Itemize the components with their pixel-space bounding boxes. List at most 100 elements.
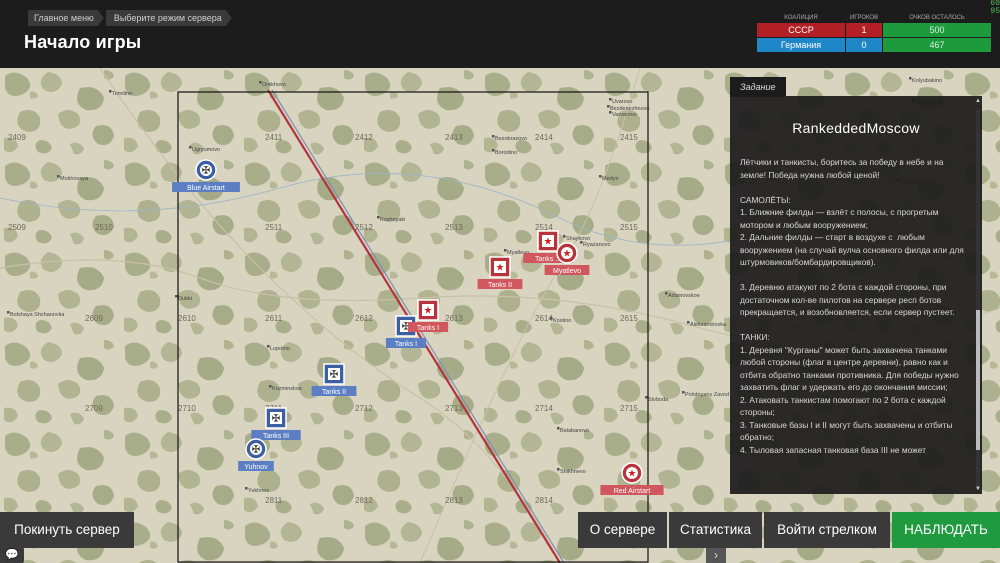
cross-icon: ✠ [202, 166, 210, 177]
cross-icon: ✠ [272, 414, 280, 425]
mission-name: RankeddedMoscow [792, 120, 920, 136]
grid-label: 2710 [178, 404, 196, 413]
spectate-button[interactable]: НАБЛЮДАТЬ [892, 512, 1000, 548]
star-icon: ★ [424, 306, 433, 317]
town-label: Ugryumovo [192, 147, 220, 153]
town-label: Borodino [495, 150, 517, 156]
unit-label: Tanks II [322, 389, 346, 396]
grid-label: 2412 [355, 133, 373, 142]
statistics-button[interactable]: Статистика [669, 512, 762, 548]
leave-server-button[interactable]: Покинуть сервер [0, 512, 134, 548]
grid-label: 2712 [355, 404, 373, 413]
unit-label: Tanks I [417, 325, 439, 332]
coalition-name: СССР [757, 23, 845, 37]
unit-label: Tanks I [395, 341, 417, 348]
grid-label: 2409 [8, 133, 26, 142]
breadcrumb: Главное меню Выберите режим сервера [28, 10, 234, 26]
town-label: Kolyubakino [912, 78, 942, 84]
star-icon: ★ [496, 263, 505, 274]
unit-label: Yuhnov [244, 464, 268, 471]
star-icon: ★ [544, 237, 553, 248]
fps-counter: 60 95 [990, 0, 1000, 16]
cross-icon: ✠ [330, 370, 338, 381]
scroll-up-icon[interactable]: ▲ [974, 98, 982, 104]
coalition-name: Германия [757, 38, 845, 52]
grid-label: 2715 [620, 404, 638, 413]
score-row-germany: Германия 0 467 [757, 38, 991, 52]
grid-label: 2515 [620, 223, 638, 232]
breadcrumb-main-menu[interactable]: Главное меню [28, 10, 104, 26]
town-label: Ryazanovo [583, 242, 611, 248]
coalition-header: КОАЛИЦИЯ [784, 15, 818, 21]
town-label: Bezobrazovo [495, 136, 527, 142]
town-label: Dubki [178, 296, 192, 302]
town-label: Aleksandrovka [690, 322, 727, 328]
task-panel: RankeddedMoscow Лётчики и танкисты, бори… [730, 96, 982, 494]
star-icon: ★ [628, 469, 637, 480]
ping-value: 95 [990, 7, 1000, 16]
grid-label: 2613 [445, 314, 463, 323]
grid-label: 2411 [265, 133, 283, 142]
mission-briefing: Лётчики и танкисты, боритесь за победу в… [740, 157, 964, 455]
grid-label: 2813 [445, 496, 463, 505]
town-label: Adamovskoe [668, 293, 700, 299]
player-count: 0 [846, 38, 882, 52]
town-label: Lopotno [270, 346, 290, 352]
town-label: Yukhnov [248, 488, 269, 494]
grid-label: 2713 [445, 404, 463, 413]
grid-label: 2610 [178, 314, 196, 323]
players-header: ИГРОКОВ [849, 15, 879, 21]
top-bar: Главное меню Выберите режим сервера Нача… [0, 0, 1000, 68]
town-label: Shikhnevo [560, 469, 586, 475]
town-label: Mokhovaya [60, 176, 89, 182]
town-label: Varvarovo [612, 112, 637, 118]
grid-label: 2611 [265, 314, 283, 323]
grid-label: 2509 [8, 223, 26, 232]
scoreboard: КОАЛИЦИЯ ИГРОКОВ ОЧКОВ ОСТАЛОСЬ СССР 1 5… [757, 14, 991, 53]
player-count: 1 [846, 23, 882, 37]
briefing-scrollbar[interactable] [976, 110, 980, 490]
points-left: 500 [883, 23, 991, 37]
cross-icon: ✠ [252, 445, 260, 456]
town-label: Medyn [602, 176, 619, 182]
scroll-down-icon[interactable]: ▼ [974, 486, 982, 492]
join-gunner-button[interactable]: Войти стрелком [764, 512, 890, 548]
town-label: Sloboda [648, 397, 669, 403]
points-left: 467 [883, 38, 991, 52]
town-label: Orekhovo [262, 82, 286, 88]
grid-label: 2615 [620, 314, 638, 323]
page-title: Начало игры [24, 32, 142, 52]
grid-label: 2415 [620, 133, 638, 142]
grid-label: 2414 [535, 133, 553, 142]
scroll-thumb[interactable] [976, 310, 980, 450]
unit-label: Red Airstart [614, 488, 651, 495]
points-header: ОЧКОВ ОСТАЛОСЬ [909, 15, 965, 21]
grid-label: 2511 [265, 223, 283, 232]
town-label: Koshnyaki [380, 217, 405, 223]
town-label: Bolshaya Shchanovka [10, 312, 65, 318]
town-label: Tomilino [112, 91, 132, 97]
grid-label: 2811 [265, 496, 283, 505]
unit-label: Tanks III [263, 433, 289, 440]
town-label: Kostino [553, 318, 571, 324]
breadcrumb-server-mode[interactable]: Выберите режим сервера [106, 10, 232, 26]
grid-label: 2413 [445, 133, 463, 142]
town-label: Uvarovo [612, 99, 632, 105]
unit-label: Myatlevo [553, 268, 581, 275]
unit-label: Blue Airstart [187, 185, 225, 192]
star-icon: ★ [563, 249, 572, 260]
grid-label: 2612 [355, 314, 373, 323]
grid-label: 2513 [445, 223, 463, 232]
grid-label: 2510 [95, 223, 113, 232]
grid-label: 2812 [355, 496, 373, 505]
grid-label: 2709 [85, 404, 103, 413]
score-row-ussr: СССР 1 500 [757, 23, 991, 37]
town-label: Balabanovo [560, 428, 589, 434]
grid-label: 2714 [535, 404, 553, 413]
grid-label: 2609 [85, 314, 103, 323]
about-server-button[interactable]: О сервере [578, 512, 667, 548]
grid-label: 2512 [355, 223, 373, 232]
grid-label: 2814 [535, 496, 553, 505]
unit-label: Tanks II [488, 282, 512, 289]
tab-task[interactable]: Задание [730, 77, 786, 97]
